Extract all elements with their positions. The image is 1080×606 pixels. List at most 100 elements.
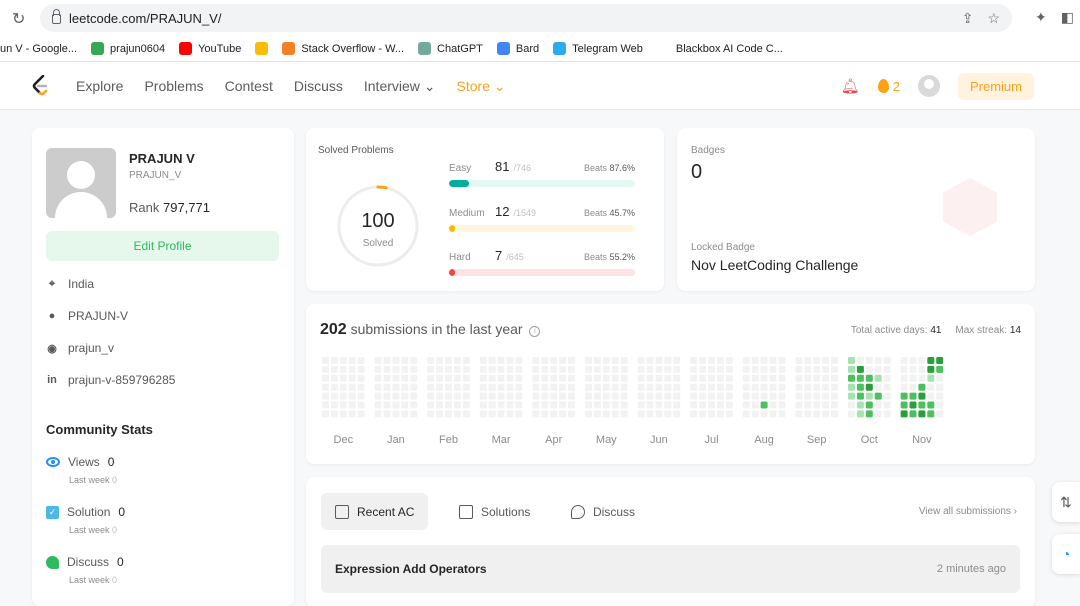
heatmap-cell[interactable] [383, 357, 391, 364]
premium-button[interactable]: Premium [957, 72, 1034, 100]
translate-float-button[interactable]: ⇅ [1052, 482, 1080, 522]
heatmap-cell[interactable] [856, 401, 864, 409]
sidepanel-icon[interactable]: ◧ [1061, 9, 1074, 26]
heatmap-cell[interactable] [620, 357, 628, 364]
heatmap-cell[interactable] [374, 383, 382, 391]
star-icon[interactable]: ☆ [987, 10, 1000, 27]
heatmap-cell[interactable] [909, 357, 917, 364]
heatmap-cell[interactable] [532, 383, 540, 391]
heatmap-cell[interactable] [374, 401, 382, 409]
heatmap-cell[interactable] [927, 401, 935, 409]
heatmap-cell[interactable] [637, 392, 645, 400]
heatmap-cell[interactable] [822, 383, 830, 391]
heatmap-cell[interactable] [322, 374, 329, 382]
url-field[interactable]: leetcode.com/PRAJUN_V/ ⇪ ☆ [40, 4, 1012, 32]
heatmap-cell[interactable] [655, 374, 663, 382]
nav-problems[interactable]: Problems [144, 78, 203, 94]
heatmap-cell[interactable] [822, 401, 830, 409]
heatmap-cell[interactable] [760, 401, 768, 409]
heatmap-cell[interactable] [568, 374, 575, 382]
heatmap-cell[interactable] [795, 401, 803, 409]
heatmap-cell[interactable] [436, 410, 444, 418]
heatmap-cell[interactable] [515, 365, 523, 373]
heatmap-cell[interactable] [795, 365, 803, 373]
heatmap-cell[interactable] [479, 392, 487, 400]
github-row[interactable]: ● PRAJUN-V [46, 309, 128, 323]
heatmap-cell[interactable] [479, 383, 487, 391]
heatmap-cell[interactable] [699, 383, 707, 391]
heatmap-cell[interactable] [453, 383, 461, 391]
heatmap-cell[interactable] [357, 374, 365, 382]
heatmap-cell[interactable] [497, 357, 505, 364]
heatmap-cell[interactable] [742, 374, 750, 382]
heatmap-cell[interactable] [585, 374, 592, 382]
heatmap-cell[interactable] [593, 401, 601, 409]
heatmap-cell[interactable] [401, 392, 409, 400]
heatmap-cell[interactable] [900, 383, 908, 391]
heatmap-cell[interactable] [909, 383, 917, 391]
heatmap-cell[interactable] [593, 392, 601, 400]
heatmap-cell[interactable] [506, 357, 514, 364]
heatmap-cell[interactable] [760, 392, 768, 400]
heatmap-cell[interactable] [497, 383, 505, 391]
heatmap-cell[interactable] [427, 410, 435, 418]
heatmap-cell[interactable] [699, 401, 707, 409]
heatmap-cell[interactable] [348, 392, 356, 400]
heatmap-cell[interactable] [479, 357, 487, 364]
heatmap-cell[interactable] [900, 392, 908, 400]
heatmap-cell[interactable] [383, 401, 391, 409]
heatmap-cell[interactable] [918, 410, 926, 418]
heatmap-cell[interactable] [392, 401, 400, 409]
heatmap-cell[interactable] [848, 365, 855, 373]
heatmap-cell[interactable] [488, 410, 496, 418]
heatmap-cell[interactable] [322, 392, 329, 400]
heatmap-cell[interactable] [690, 374, 698, 382]
heatmap-cell[interactable] [856, 392, 864, 400]
heatmap-cell[interactable] [900, 357, 908, 364]
heatmap-cell[interactable] [559, 392, 567, 400]
heatmap-cell[interactable] [716, 365, 724, 373]
heatmap-cell[interactable] [804, 365, 812, 373]
heatmap-cell[interactable] [593, 374, 601, 382]
heatmap-cell[interactable] [410, 365, 418, 373]
heatmap-cell[interactable] [637, 401, 645, 409]
heatmap-cell[interactable] [541, 357, 549, 364]
heatmap-cell[interactable] [883, 410, 891, 418]
heatmap-cell[interactable] [909, 410, 917, 418]
heatmap-cell[interactable] [848, 401, 855, 409]
heatmap-cell[interactable] [664, 365, 672, 373]
heatmap-cell[interactable] [427, 401, 435, 409]
heatmap-cell[interactable] [436, 374, 444, 382]
locked-badge-icon[interactable] [943, 178, 997, 236]
heatmap-cell[interactable] [392, 357, 400, 364]
heatmap-cell[interactable] [822, 392, 830, 400]
heatmap-cell[interactable] [620, 401, 628, 409]
heatmap-cell[interactable] [742, 383, 750, 391]
heatmap-cell[interactable] [874, 383, 882, 391]
heatmap-cell[interactable] [936, 410, 944, 418]
heatmap-cell[interactable] [708, 383, 715, 391]
heatmap-cell[interactable] [673, 392, 681, 400]
heatmap-cell[interactable] [532, 374, 540, 382]
heatmap-cell[interactable] [348, 365, 356, 373]
heatmap-cell[interactable] [550, 383, 558, 391]
heatmap-cell[interactable] [401, 401, 409, 409]
heatmap-cell[interactable] [339, 357, 347, 364]
heatmap-cell[interactable] [831, 410, 838, 418]
bookmark-item[interactable] [255, 42, 269, 55]
heatmap-cell[interactable] [348, 383, 356, 391]
heatmap-cell[interactable] [813, 383, 821, 391]
heatmap-cell[interactable] [602, 392, 610, 400]
heatmap-cell[interactable] [541, 410, 549, 418]
heatmap-cell[interactable] [497, 410, 505, 418]
nav-interview[interactable]: Interview ⌄ [364, 78, 436, 95]
heatmap-cell[interactable] [742, 401, 750, 409]
heatmap-cell[interactable] [515, 383, 523, 391]
heatmap-cell[interactable] [673, 374, 681, 382]
streak-counter[interactable]: 2 [877, 79, 900, 94]
heatmap-cell[interactable] [506, 365, 514, 373]
heatmap-cell[interactable] [813, 374, 821, 382]
heatmap-cell[interactable] [392, 392, 400, 400]
heatmap-cell[interactable] [927, 410, 935, 418]
reload-icon[interactable]: ↻ [12, 9, 25, 29]
